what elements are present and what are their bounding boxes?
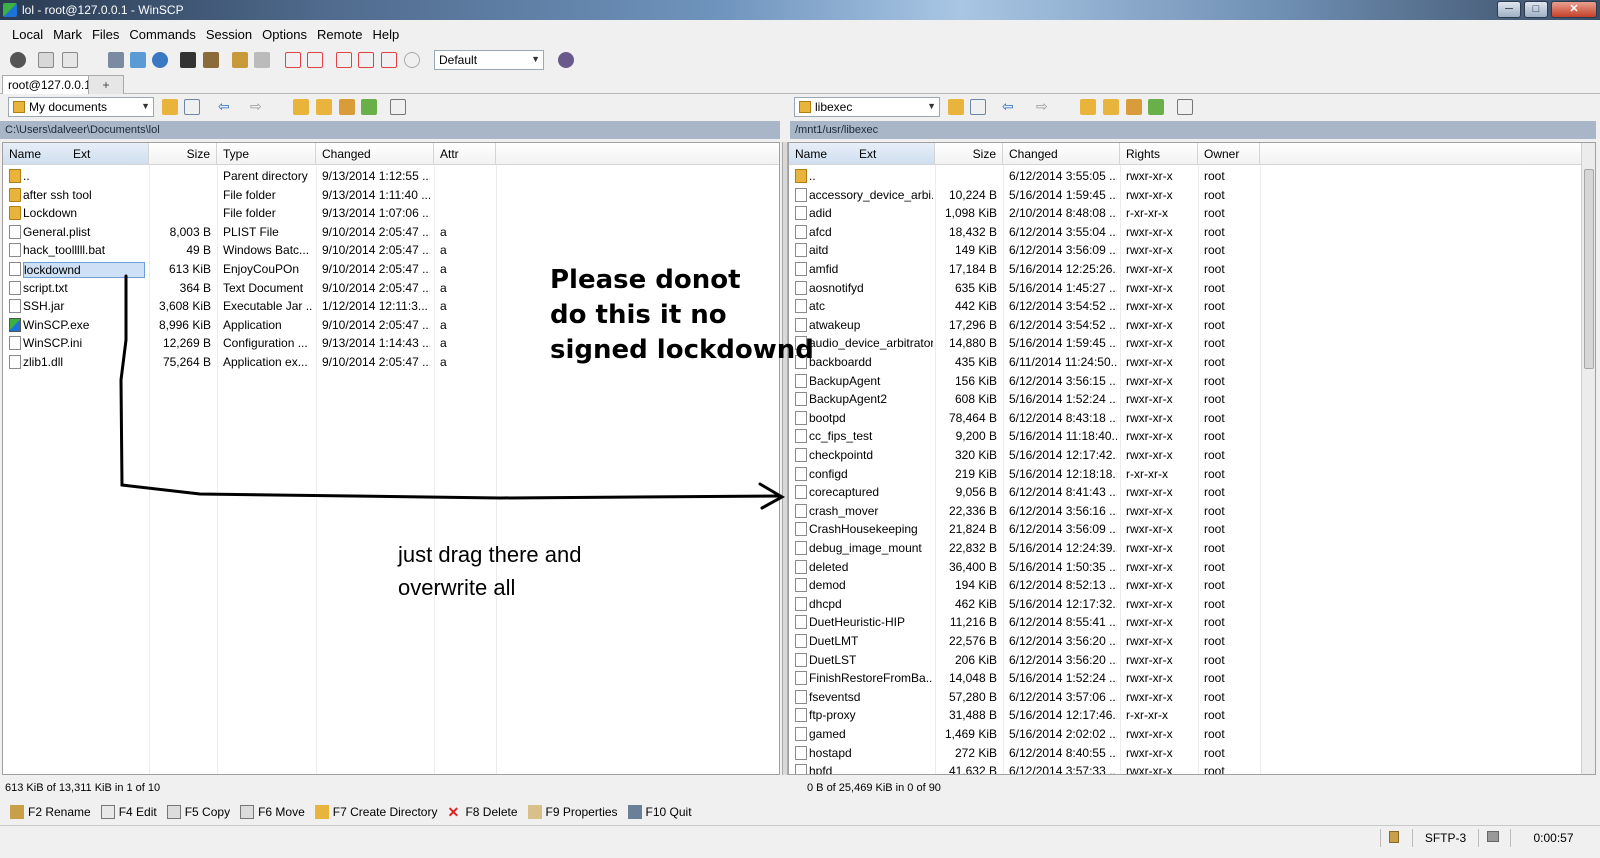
drag-arrow: [119, 274, 786, 510]
